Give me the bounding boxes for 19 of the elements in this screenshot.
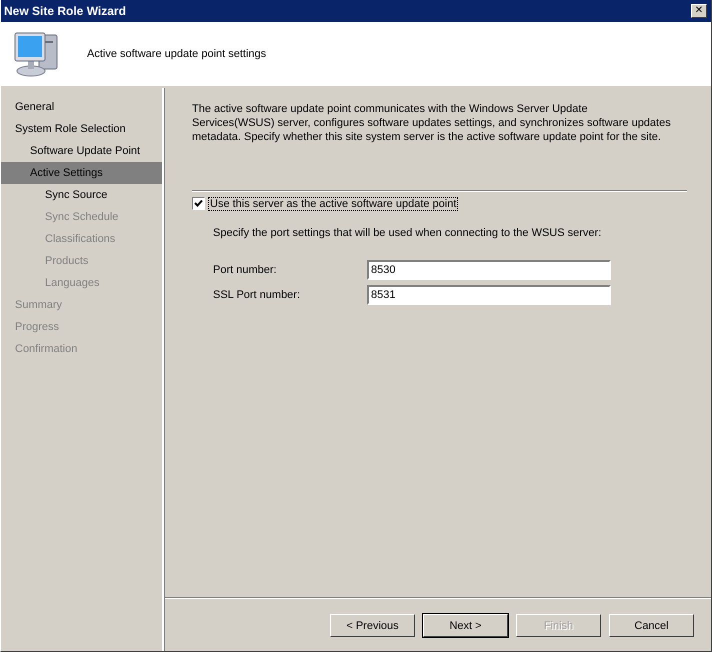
sidebar-item[interactable]: Software Update Point <box>1 140 162 162</box>
window-title: New Site Role Wizard <box>4 4 126 18</box>
description-text: The active software update point communicates with the Windows Server Update Services(WSUS) server, configures software updates settings, and synchronizes software updates metadata. Specify whether this site system server is the active software update point for the site. <box>192 102 672 144</box>
wizard-button[interactable]: Cancel <box>609 614 694 637</box>
page-heading: Active software update point settings <box>87 48 266 60</box>
field-label: SSL Port number: <box>213 289 302 301</box>
field-label: Port number: <box>213 264 278 276</box>
wizard-button[interactable]: < Previous <box>330 614 415 637</box>
close-button[interactable]: ✕ <box>691 4 707 18</box>
sidebar-item[interactable]: Active Settings <box>1 162 162 184</box>
input-field[interactable]: 8531 <box>367 285 611 305</box>
port-settings-text: Specify the port settings that will be used when connecting to the WSUS server: <box>213 227 602 239</box>
sidebar-item[interactable]: General <box>1 96 162 118</box>
checkbox-label[interactable]: Use this server as the active software update point <box>209 198 458 210</box>
sidebar-item[interactable]: Sync Source <box>1 184 162 206</box>
input-field[interactable]: 8530 <box>367 260 611 280</box>
wizard-button[interactable]: Next > <box>423 614 508 637</box>
sidebar-item[interactable]: System Role Selection <box>1 118 162 140</box>
checkbox[interactable] <box>192 197 205 210</box>
